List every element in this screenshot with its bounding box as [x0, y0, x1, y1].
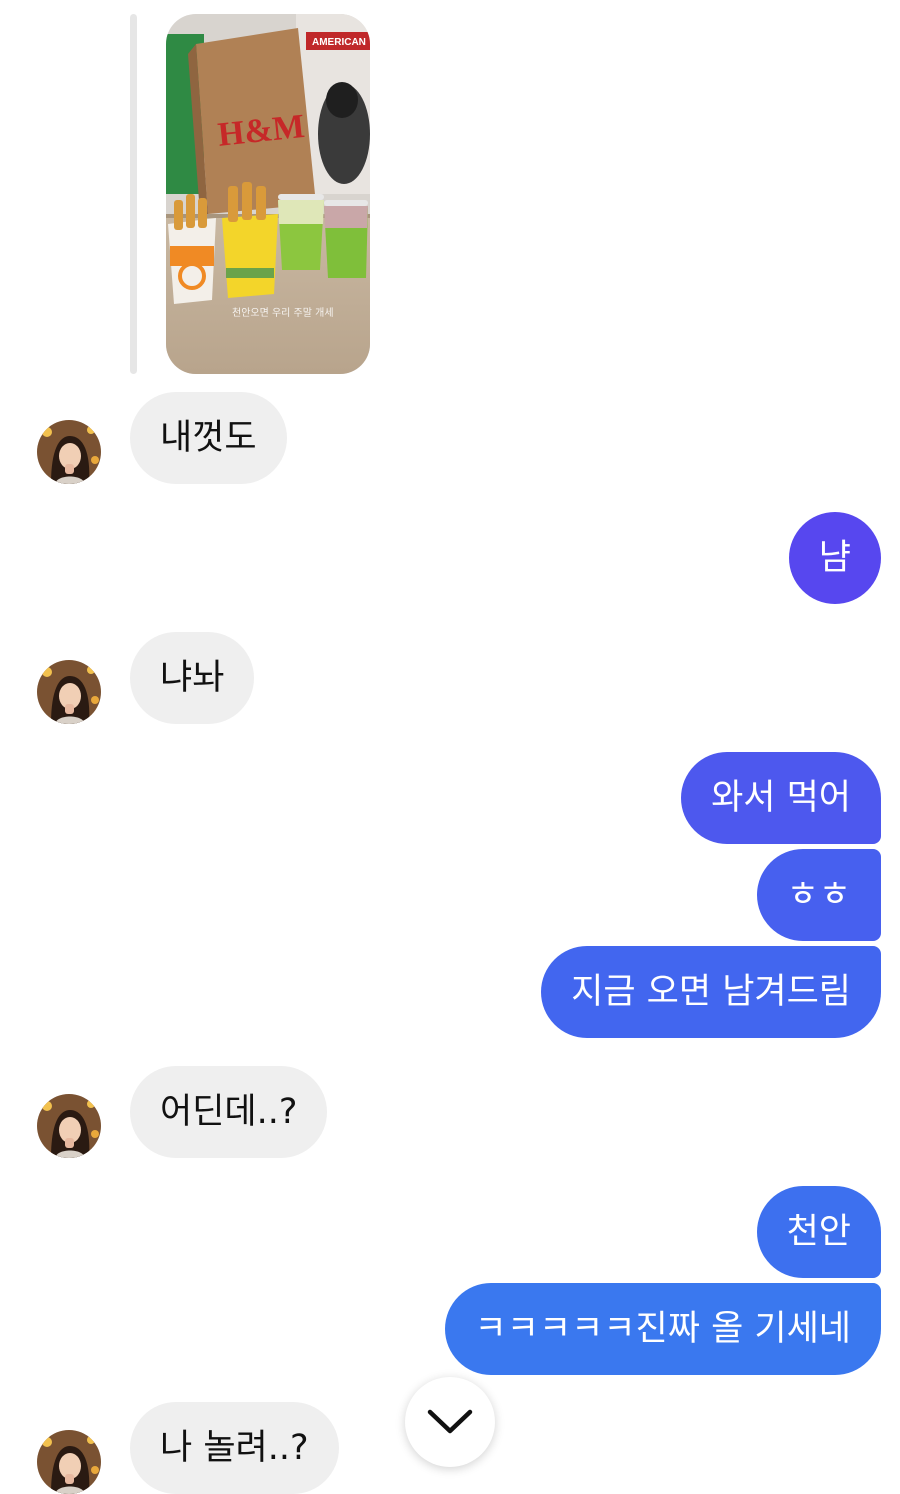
sign-text: AMERICAN	[312, 37, 366, 48]
message-text: ㅎㅎ	[786, 874, 851, 915]
story-reply-image[interactable]: AMERICAN H&M 천안오면 우리 주말 개세	[166, 14, 370, 374]
message-text: 냐놔	[160, 657, 225, 698]
story-reply-indicator	[130, 14, 137, 374]
message-text: 내껏도	[160, 417, 257, 458]
message-text: 냠	[818, 537, 851, 578]
message-text: ㅋㅋㅋㅋㅋ진짜 올 기세네	[474, 1308, 851, 1349]
message-text: 지금 오면 남겨드림	[571, 971, 851, 1012]
contact-avatar[interactable]	[37, 660, 101, 724]
contact-avatar[interactable]	[37, 420, 101, 484]
message-text: 와서 먹어	[711, 777, 851, 818]
outgoing-message-bubble[interactable]: ㅋㅋㅋㅋㅋ진짜 올 기세네	[444, 1283, 881, 1375]
message-text: 어딘데..?	[160, 1091, 298, 1132]
contact-avatar[interactable]	[37, 1430, 101, 1494]
outgoing-message-bubble[interactable]: 냠	[788, 512, 881, 604]
message-text: 나 놀려..?	[160, 1427, 309, 1468]
contact-avatar[interactable]	[37, 1094, 101, 1158]
story-caption: 천안오면 우리 주말 개세	[232, 307, 334, 319]
scroll-to-bottom-button[interactable]	[405, 1377, 495, 1467]
incoming-message-bubble[interactable]: 나 놀려..?	[130, 1402, 339, 1494]
outgoing-message-bubble[interactable]: 천안	[756, 1186, 881, 1278]
incoming-message-bubble[interactable]: 냐놔	[130, 632, 255, 724]
outgoing-message-bubble[interactable]: 지금 오면 남겨드림	[541, 946, 881, 1038]
incoming-message-bubble[interactable]: 내껏도	[130, 392, 287, 484]
message-text: 천안	[786, 1211, 851, 1252]
outgoing-message-bubble[interactable]: 와서 먹어	[681, 752, 881, 844]
chevron-down-icon	[427, 1409, 473, 1434]
outgoing-message-bubble[interactable]: ㅎㅎ	[756, 849, 881, 941]
incoming-message-bubble[interactable]: 어딘데..?	[130, 1066, 328, 1158]
